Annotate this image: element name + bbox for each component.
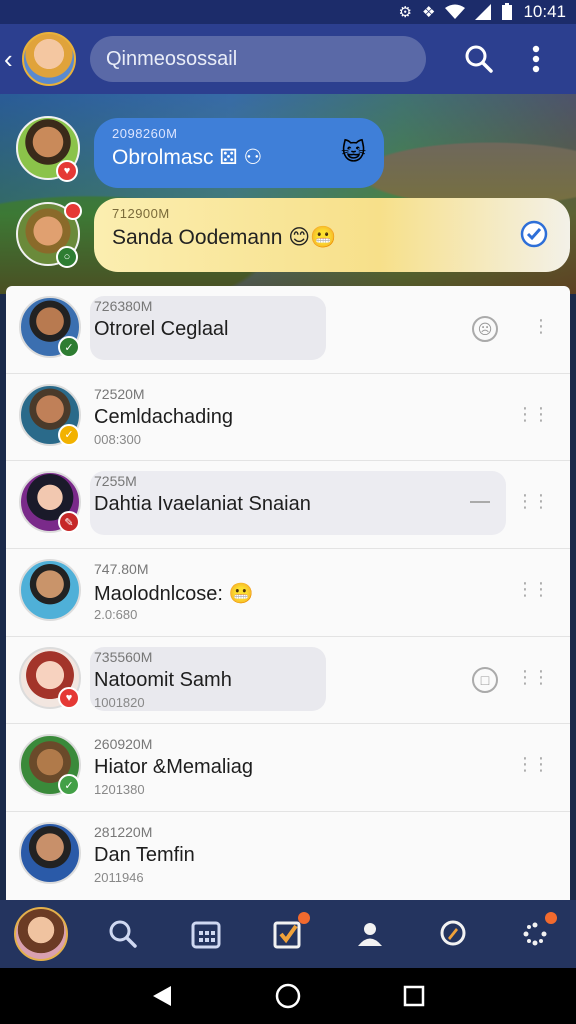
emoji-icon: 😺: [340, 139, 366, 166]
message-time: 260920M: [94, 736, 153, 753]
message-time: 281220M: [94, 824, 153, 841]
back-triangle-icon[interactable]: [151, 984, 173, 1008]
notification-badge: [544, 912, 557, 924]
conversation-list: ✓ 726380M Otrorel Ceglaal ☹ ⋮ ✓ 72520M C…: [6, 286, 570, 900]
message-count: 008:300: [94, 431, 141, 447]
contact-name: Natoomit Samh: [94, 668, 232, 691]
message-count: 2.0:680: [94, 607, 138, 623]
back-icon[interactable]: ‹: [4, 44, 22, 75]
nav-tasks[interactable]: [260, 906, 316, 962]
recents-square-icon[interactable]: [403, 985, 425, 1007]
typing-indicator-icon: [470, 501, 490, 504]
list-item[interactable]: ✓ 726380M Otrorel Ceglaal ☹ ⋮: [6, 286, 570, 374]
drag-handle-icon[interactable]: ⋮⋮: [516, 667, 550, 688]
message-time: 735560M: [94, 648, 153, 665]
nav-profile[interactable]: [13, 906, 69, 962]
list-item[interactable]: 281220M Dan Temfin 2011946: [6, 812, 570, 900]
status-badge: ✓: [58, 423, 80, 446]
status-time: 10:41: [523, 2, 566, 21]
mute-icon: ❖: [422, 4, 436, 21]
list-item[interactable]: ✎ 7255M Dahtia Ivaelaniat Snaian ⋮⋮: [6, 461, 570, 550]
contact-name: Otrorel Ceglaal: [94, 318, 229, 340]
more-vertical-icon[interactable]: ⋮: [532, 316, 550, 337]
checklist-icon: [273, 921, 301, 949]
search-icon[interactable]: [464, 44, 494, 74]
list-item[interactable]: 747.80M Maolodnlcose: 😬 2.0:680 ⋮⋮: [6, 549, 570, 637]
battery-icon: [502, 3, 513, 20]
contact-name: Cemldachading: [94, 405, 233, 428]
status-bar: ⚙ ❖ 10:41: [0, 0, 576, 24]
chat-bubble-icon[interactable]: □: [472, 666, 498, 693]
search-input-text: Qinmeosossail: [106, 47, 238, 70]
message-time: 747.80M: [94, 561, 149, 578]
message-time: 2098260M: [112, 126, 178, 141]
online-badge: ✓: [58, 336, 80, 358]
signal-icon: [475, 4, 492, 20]
avatar[interactable]: [22, 32, 76, 86]
avatar: [19, 559, 81, 622]
drag-handle-icon[interactable]: ⋮⋮: [516, 404, 550, 425]
contact-name: Hiator &Memaliag: [94, 756, 253, 779]
notification-badge: ○: [56, 246, 78, 268]
check-circle-icon: [520, 220, 548, 248]
sync-icon: ⚙: [398, 4, 412, 21]
nav-calendar[interactable]: [178, 906, 234, 962]
drag-handle-icon[interactable]: ⋮⋮: [516, 491, 550, 512]
search-input[interactable]: Qinmeosossail: [90, 36, 426, 82]
nav-more[interactable]: [507, 906, 563, 962]
contact-name: Dan Temfin: [94, 844, 195, 867]
message-bubble[interactable]: 712900M Sanda Oodemann 😊😬: [94, 198, 570, 272]
message-count: 1201380: [94, 782, 145, 798]
online-badge: ✓: [58, 774, 80, 797]
message-time: 712900M: [112, 206, 170, 221]
drag-handle-icon[interactable]: ⋮⋮: [516, 579, 550, 600]
message-time: 726380M: [94, 298, 153, 314]
contact-name: Maolodnlcose: 😬: [94, 583, 254, 606]
notification-badge: ♥: [56, 160, 78, 182]
status-badge: ✎: [58, 511, 80, 534]
drag-handle-icon[interactable]: ⋮⋮: [516, 754, 550, 775]
alert-badge: [64, 202, 82, 220]
avatar: [14, 907, 69, 961]
sad-face-icon[interactable]: ☹: [472, 316, 498, 342]
heart-badge: ♥: [58, 686, 80, 709]
contact-name: Sanda Oodemann 😊😬: [112, 226, 337, 249]
message-time: 7255M: [94, 473, 137, 490]
list-item[interactable]: ♥ 2098260M Obrolmasc ⚄ ⚇ 😺: [0, 104, 576, 192]
person-icon: [358, 923, 383, 946]
contact-name: Obrolmasc ⚄ ⚇: [112, 146, 263, 169]
notification-badge: [297, 912, 310, 924]
search-icon: [109, 920, 138, 948]
list-item[interactable]: ○ 712900M Sanda Oodemann 😊😬: [0, 190, 576, 278]
avatar: [19, 822, 81, 885]
bottom-navigation: [0, 900, 576, 968]
list-item[interactable]: ♥ 735560M Natoomit Samh 1001820 □ ⋮⋮: [6, 637, 570, 725]
nav-search[interactable]: [95, 906, 151, 962]
dots-grid-icon: [523, 922, 547, 946]
nav-contacts[interactable]: [342, 906, 398, 962]
message-time: 72520M: [94, 385, 145, 402]
nav-discover[interactable]: [425, 906, 481, 962]
home-circle-icon[interactable]: [275, 983, 301, 1009]
message-count: 2011946: [94, 870, 144, 886]
app-bar: ‹ Qinmeosossail: [0, 24, 576, 94]
wifi-icon: [445, 4, 466, 19]
list-item[interactable]: ✓ 72520M Cemldachading 008:300 ⋮⋮: [6, 374, 570, 462]
list-item[interactable]: ✓ 260920M Hiator &Memaliag 1201380 ⋮⋮: [6, 724, 570, 813]
message-bubble[interactable]: 2098260M Obrolmasc ⚄ ⚇ 😺: [94, 118, 384, 188]
more-vertical-icon[interactable]: [532, 45, 540, 73]
calendar-icon: [191, 921, 221, 949]
system-navigation-bar: [0, 968, 576, 1024]
compass-icon: [440, 920, 466, 946]
message-count: 1001820: [94, 694, 145, 710]
contact-name: Dahtia Ivaelaniat Snaian: [94, 493, 311, 516]
